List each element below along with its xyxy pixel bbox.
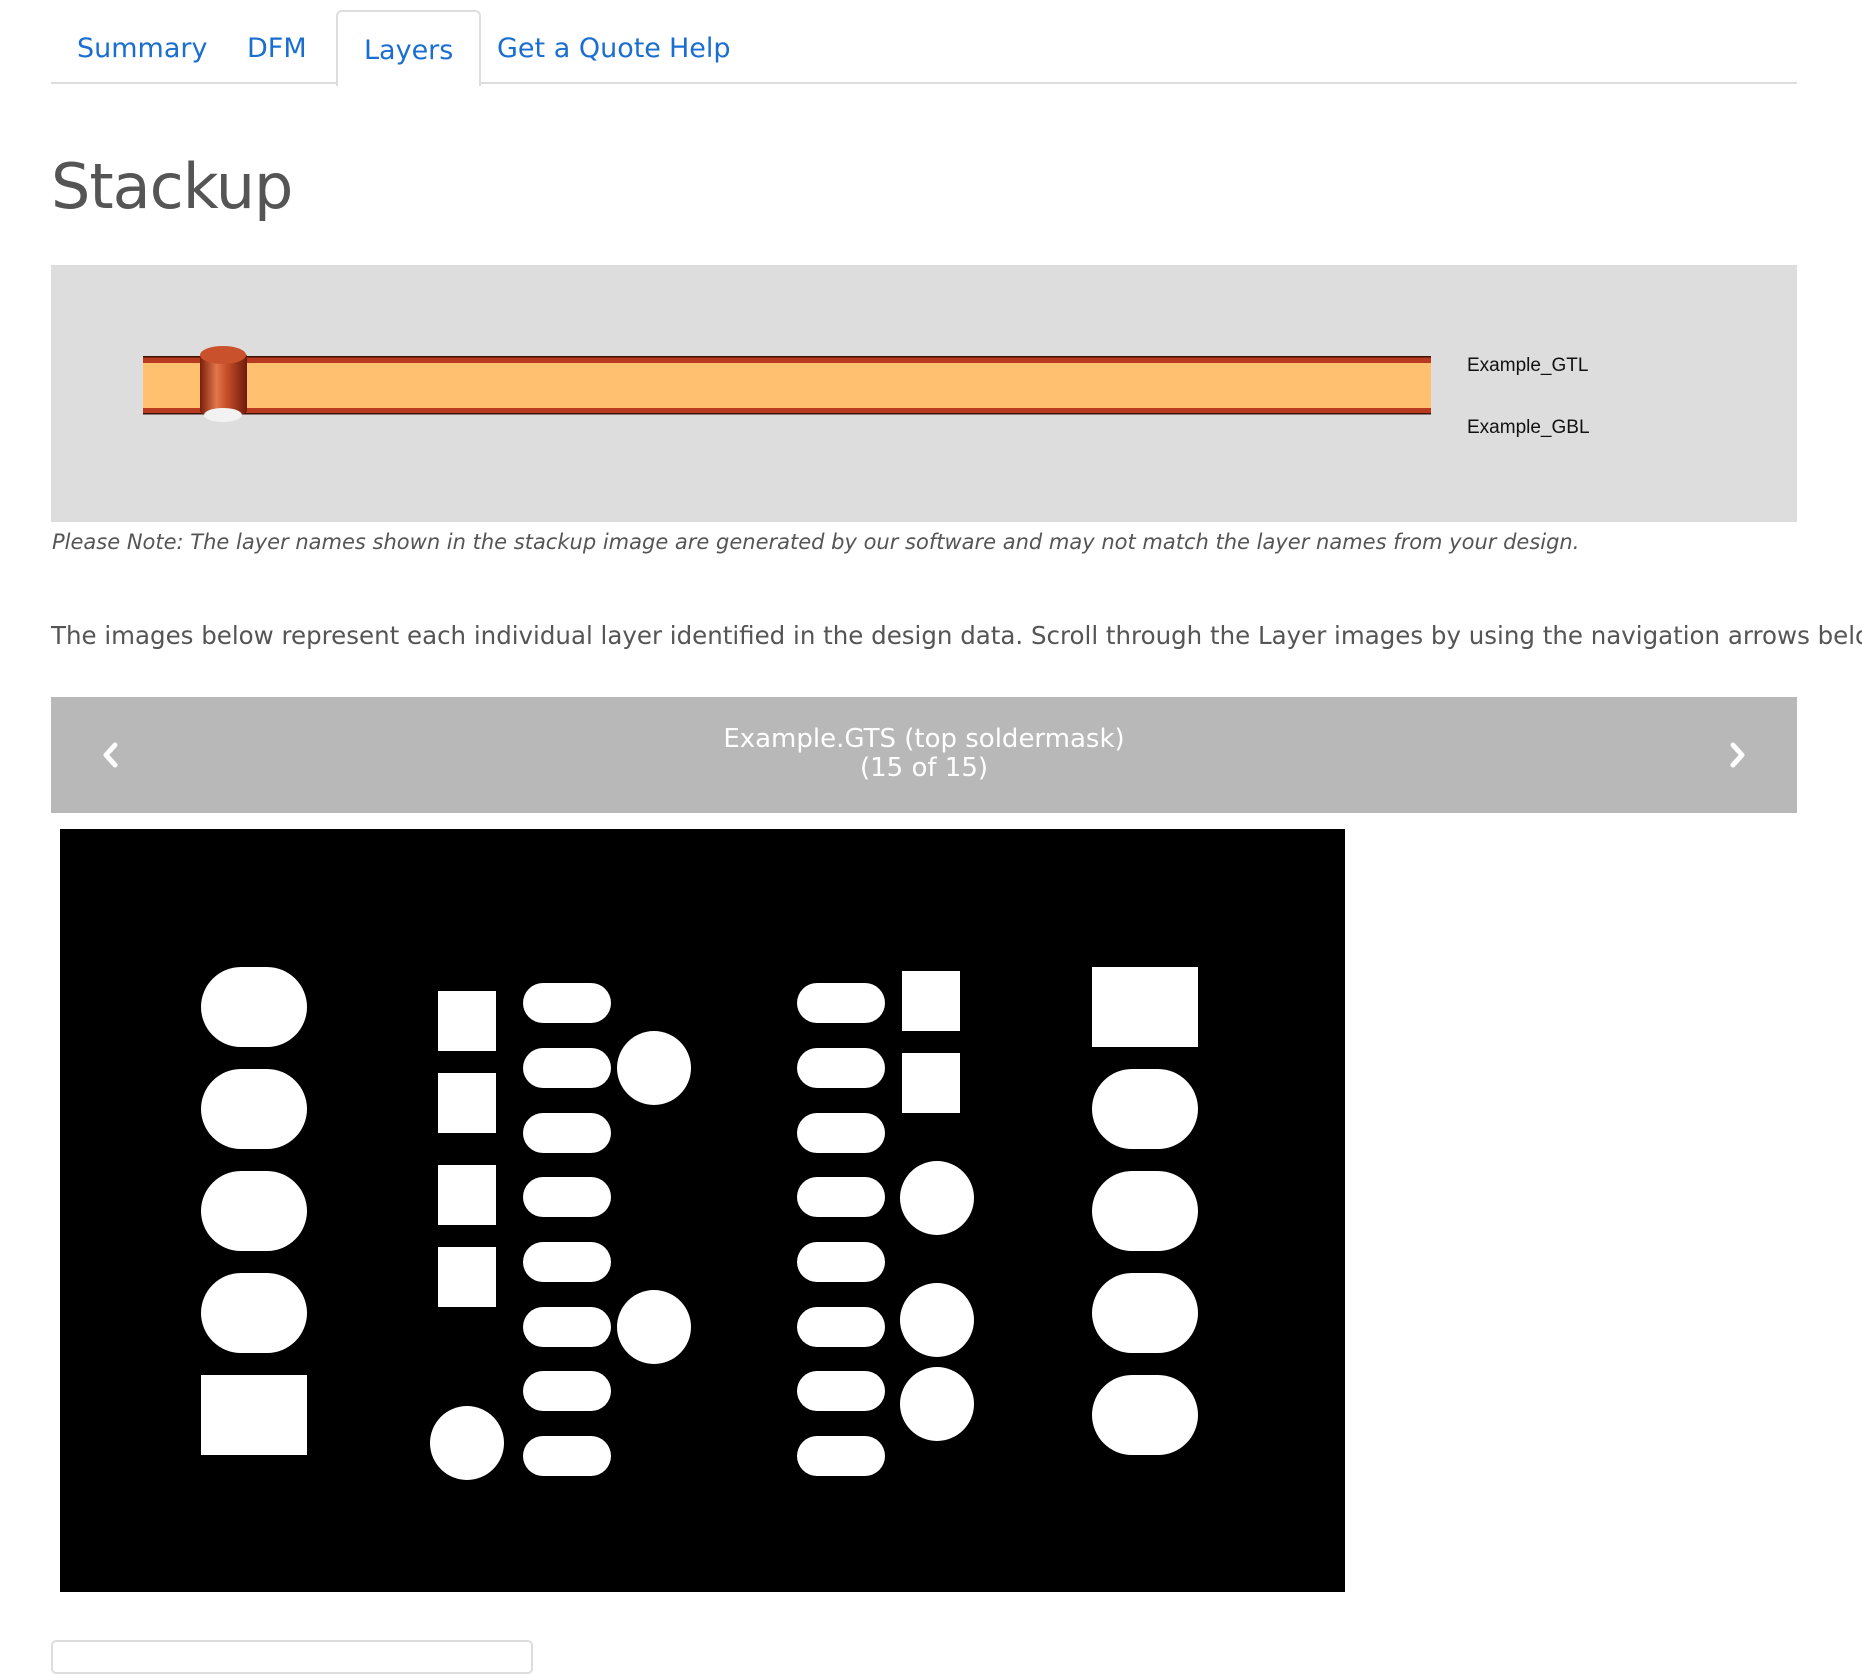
tab-summary[interactable]: Summary (51, 10, 233, 84)
pad-round (900, 1161, 974, 1235)
tab-layers[interactable]: Layers (336, 10, 482, 86)
stackup-note: Please Note: The layer names shown in th… (52, 530, 1580, 554)
pad-round (900, 1283, 974, 1357)
pad-square (902, 971, 960, 1031)
stackup-panel: Example_GTL Example_GBL (51, 265, 1797, 522)
tab-bar: Summary DFM Layers Get a Quote Help (51, 10, 1797, 86)
pad-oblong (523, 1242, 611, 1282)
pad-oblong (523, 1113, 611, 1153)
pad-oblong (797, 1177, 885, 1217)
pad-square (201, 1375, 307, 1455)
pad-oval (201, 1171, 307, 1251)
pad-square (902, 1053, 960, 1113)
pad-oblong (797, 1371, 885, 1411)
layers-intro-text: The images below represent each individu… (51, 621, 1862, 650)
layer-position: (15 of 15) (859, 753, 989, 783)
pad-oval (1092, 1375, 1198, 1455)
pad-oblong (523, 1048, 611, 1088)
pad-oblong (523, 1307, 611, 1347)
pad-oblong (523, 1371, 611, 1411)
stack-layer-label-bottom: Example_GBL (1467, 417, 1590, 438)
pad-oval (1092, 1171, 1198, 1251)
pad-oblong (797, 983, 885, 1023)
page-title: Stackup (51, 150, 293, 223)
pad-oblong (523, 983, 611, 1023)
pad-oval (201, 967, 307, 1047)
pad-round (430, 1406, 504, 1480)
pad-square (1092, 967, 1198, 1047)
board-cross-section (143, 356, 1431, 415)
tab-help[interactable]: Help (643, 10, 757, 84)
pad-oblong (797, 1242, 885, 1282)
pad-oblong (797, 1048, 885, 1088)
tab-dfm[interactable]: DFM (221, 10, 333, 84)
pad-round (617, 1290, 691, 1364)
pad-oval (1092, 1273, 1198, 1353)
layer-navigation-bar: Example.GTS (top soldermask) (15 of 15) (51, 697, 1797, 813)
pad-oval (201, 1273, 307, 1353)
pad-oblong (797, 1307, 885, 1347)
pad-oblong (523, 1436, 611, 1476)
pad-square (438, 1165, 496, 1225)
pad-oval (1092, 1069, 1198, 1149)
stack-layer-label-top: Example_GTL (1467, 355, 1589, 376)
pad-round (617, 1031, 691, 1105)
stackup-diagram (143, 346, 1431, 422)
layer-name: Example.GTS (top soldermask) (723, 724, 1125, 754)
pad-oval (201, 1069, 307, 1149)
pad-round (900, 1367, 974, 1441)
chevron-right-icon[interactable] (1717, 735, 1757, 775)
page: Summary DFM Layers Get a Quote Help Stac… (0, 0, 1862, 1674)
pad-square (438, 1073, 496, 1133)
pad-oblong (523, 1177, 611, 1217)
pad-square (438, 1247, 496, 1307)
layer-image (60, 829, 1345, 1592)
via-barrel (200, 346, 250, 422)
pad-square (438, 991, 496, 1051)
pad-oblong (797, 1436, 885, 1476)
bottom-panel (51, 1640, 533, 1674)
pad-oblong (797, 1113, 885, 1153)
soldermask-layer-render (201, 967, 1198, 1480)
